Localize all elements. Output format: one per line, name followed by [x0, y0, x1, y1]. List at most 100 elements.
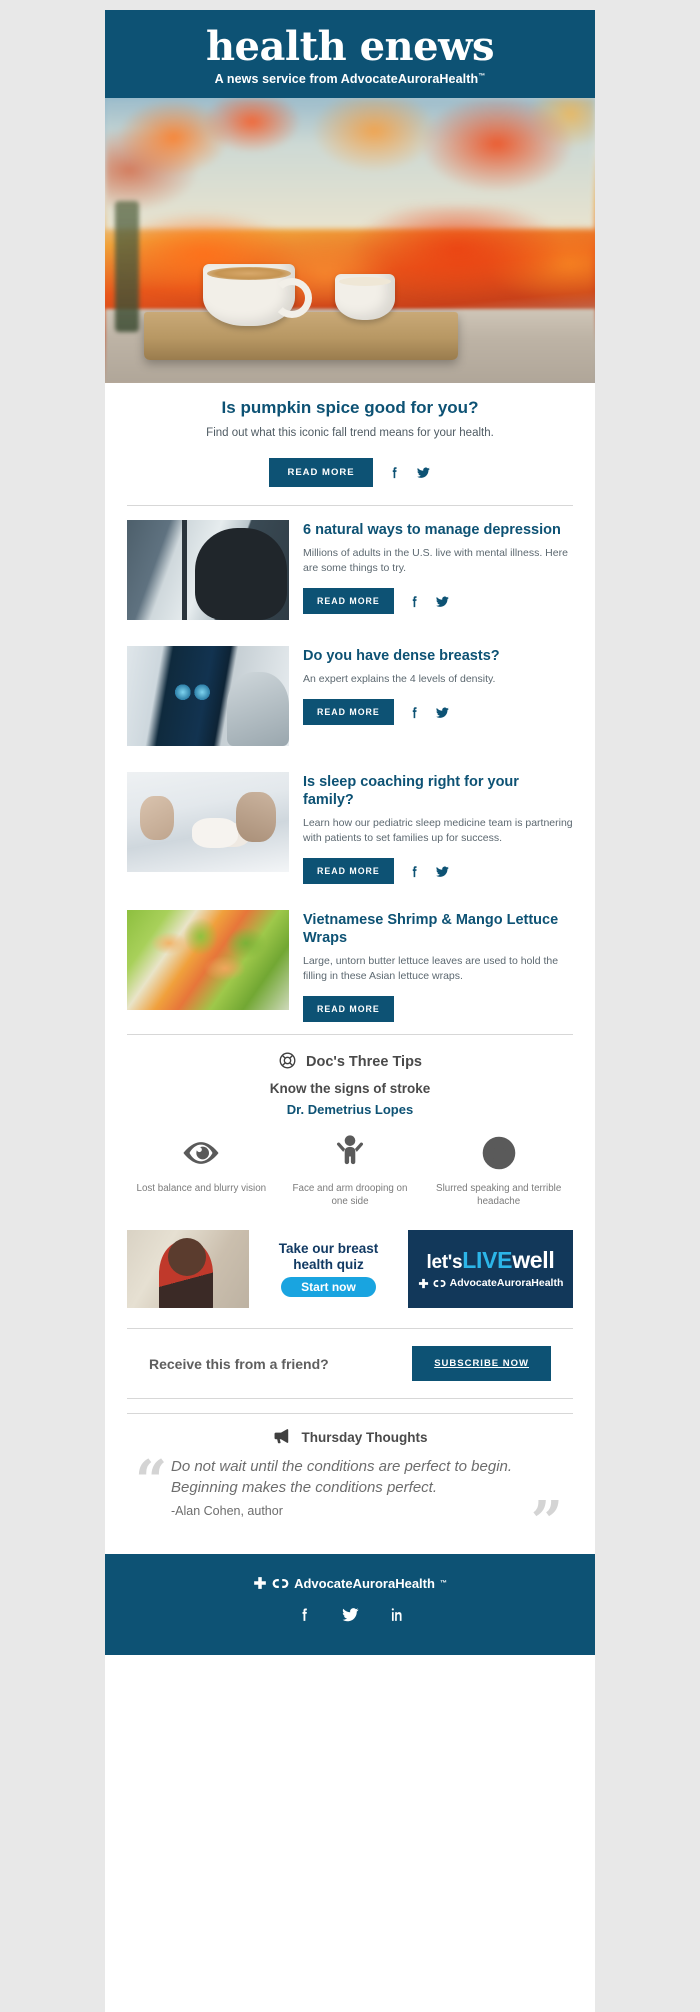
doc-tips-list: Lost balance and blurry vision Face and … — [127, 1133, 573, 1208]
promo-headline-line2: health quiz — [293, 1256, 364, 1272]
doc-tip-label: Slurred speaking and terrible headache — [436, 1182, 562, 1208]
hero-latte-cup-large — [203, 264, 312, 326]
footer-brand-lockup: AdvocateAuroraHealth ™ — [105, 1576, 595, 1591]
quote-attribution: -Alan Cohen, author — [171, 1503, 283, 1518]
lead-article-actions: READ MORE — [135, 458, 565, 505]
promo-message: Take our breast health quiz Start now — [249, 1230, 408, 1309]
doc-tip-item: Face and arm drooping on one side — [276, 1133, 425, 1208]
chain-link-icon — [433, 1279, 446, 1287]
masthead-tagline-prefix: A news service from — [214, 72, 341, 86]
quote-block: “ Do not wait until the conditions are p… — [127, 1447, 573, 1550]
hero-bottle — [114, 200, 139, 332]
masthead-brand: AdvocateAuroraHealth — [340, 72, 479, 86]
subscribe-section: Receive this from a friend? SUBSCRIBE NO… — [127, 1329, 573, 1398]
article-item[interactable]: 6 natural ways to manage depression Mill… — [105, 506, 595, 632]
article-content: 6 natural ways to manage depression Mill… — [303, 520, 573, 615]
cross-icon — [254, 1577, 266, 1590]
divider — [127, 1398, 573, 1400]
article-title[interactable]: Vietnamese Shrimp & Mango Lettuce Wraps — [303, 912, 573, 947]
lead-article-title[interactable]: Is pumpkin spice good for you? — [135, 397, 565, 418]
article-read-more-button[interactable]: READ MORE — [303, 995, 394, 1022]
promo-live: LIVE — [462, 1247, 513, 1274]
promo-banner[interactable]: Take our breast health quiz Start now le… — [127, 1230, 573, 1309]
footer-social-links — [105, 1605, 595, 1629]
article-thumbnail[interactable] — [127, 910, 289, 1011]
article-thumbnail[interactable] — [127, 772, 289, 873]
footer: AdvocateAuroraHealth ™ — [105, 1553, 595, 1655]
hero-image[interactable] — [105, 98, 595, 383]
thursday-thoughts-heading: Thursday Thoughts — [127, 1428, 573, 1447]
masthead-tm: ™ — [478, 72, 486, 80]
doc-tips-heading: Doc's Three Tips — [127, 1051, 573, 1074]
thursday-thoughts-title: Thursday Thoughts — [301, 1430, 428, 1446]
email-body: health enews A news service from Advocat… — [105, 10, 595, 2012]
article-actions: READ MORE — [303, 588, 573, 615]
subscribe-now-button[interactable]: SUBSCRIBE NOW — [412, 1346, 551, 1382]
article-item[interactable]: Is sleep coaching right for your family?… — [105, 758, 595, 896]
lead-read-more-button[interactable]: READ MORE — [269, 458, 373, 488]
promo-brand-lockup: AdvocateAuroraHealth — [418, 1277, 563, 1289]
doc-tips-doctor-name[interactable]: Dr. Demetrius Lopes — [127, 1102, 573, 1117]
promo-headline: Take our breast health quiz — [279, 1241, 379, 1272]
eye-icon — [135, 1133, 268, 1173]
cross-icon — [418, 1278, 428, 1288]
promo-lets: let's — [426, 1252, 463, 1274]
doc-tips-section: Doc's Three Tips Know the signs of strok… — [105, 1035, 595, 1212]
lead-article: Is pumpkin spice good for you? Find out … — [105, 383, 595, 505]
doc-tip-label: Face and arm drooping on one side — [292, 1182, 408, 1208]
article-description: Millions of adults in the U.S. live with… — [303, 547, 568, 575]
facebook-icon[interactable] — [387, 465, 402, 480]
article-description: Learn how our pediatric sleep medicine t… — [303, 816, 573, 844]
facebook-icon[interactable] — [407, 705, 422, 720]
article-description: An expert explains the 4 levels of densi… — [303, 673, 496, 686]
doc-tip-label: Lost balance and blurry vision — [136, 1182, 267, 1194]
linkedin-icon[interactable] — [388, 1606, 405, 1628]
article-content: Is sleep coaching right for your family?… — [303, 772, 573, 885]
article-item[interactable]: Vietnamese Shrimp & Mango Lettuce Wraps … — [105, 896, 595, 1034]
facebook-icon[interactable] — [407, 864, 422, 879]
article-item[interactable]: Do you have dense breasts? An expert exp… — [105, 632, 595, 758]
lead-article-description: Find out what this iconic fall trend mea… — [206, 427, 494, 440]
masthead: health enews A news service from Advocat… — [105, 10, 595, 98]
open-quote-mark: “ — [135, 1448, 168, 1515]
hero-wooden-board — [144, 311, 458, 361]
promo-photo — [127, 1230, 249, 1309]
article-read-more-button[interactable]: READ MORE — [303, 588, 394, 615]
close-quote-mark: ” — [530, 1488, 563, 1555]
hero-latte-cup-small — [335, 274, 396, 321]
article-title[interactable]: Is sleep coaching right for your family? — [303, 774, 573, 809]
promo-lets-live-well: let'sLIVEwell — [426, 1247, 555, 1274]
article-title[interactable]: Do you have dense breasts? — [303, 648, 500, 666]
promo-start-now-button[interactable]: Start now — [281, 1277, 376, 1298]
twitter-icon[interactable] — [435, 705, 450, 720]
article-actions: READ MORE — [303, 858, 573, 885]
megaphone-icon — [273, 1428, 293, 1447]
article-actions: READ MORE — [303, 699, 500, 726]
masthead-title: health enews — [205, 23, 495, 70]
article-read-more-button[interactable]: READ MORE — [303, 858, 394, 885]
twitter-icon[interactable] — [416, 465, 431, 480]
person-arms-raised-icon — [284, 1133, 417, 1173]
article-content: Do you have dense breasts? An expert exp… — [303, 646, 500, 726]
doc-tip-item: Slurred speaking and terrible headache — [424, 1133, 573, 1208]
subscribe-prompt: Receive this from a friend? — [149, 1355, 329, 1372]
doc-tip-item: Lost balance and blurry vision — [127, 1133, 276, 1208]
twitter-icon[interactable] — [435, 864, 450, 879]
article-title[interactable]: 6 natural ways to manage depression — [303, 522, 573, 540]
thumbnail-detail — [191, 818, 238, 849]
twitter-icon[interactable] — [435, 594, 450, 609]
quote-text: Do not wait until the conditions are per… — [171, 1458, 513, 1496]
footer-brand-text: AdvocateAuroraHealth — [294, 1575, 435, 1591]
promo-well: well — [512, 1247, 555, 1274]
article-thumbnail[interactable] — [127, 520, 289, 621]
article-content: Vietnamese Shrimp & Mango Lettuce Wraps … — [303, 910, 573, 1022]
article-thumbnail[interactable] — [127, 646, 289, 747]
lifebuoy-icon — [278, 1051, 297, 1074]
article-description: Large, untorn butter lettuce leaves are … — [303, 954, 559, 982]
thursday-thoughts-section: Thursday Thoughts “ Do not wait until th… — [105, 1414, 595, 1554]
facebook-icon[interactable] — [296, 1606, 313, 1628]
twitter-icon[interactable] — [341, 1605, 360, 1629]
facebook-icon[interactable] — [407, 594, 422, 609]
article-read-more-button[interactable]: READ MORE — [303, 699, 394, 726]
email-viewport: health enews A news service from Advocat… — [0, 0, 700, 2012]
